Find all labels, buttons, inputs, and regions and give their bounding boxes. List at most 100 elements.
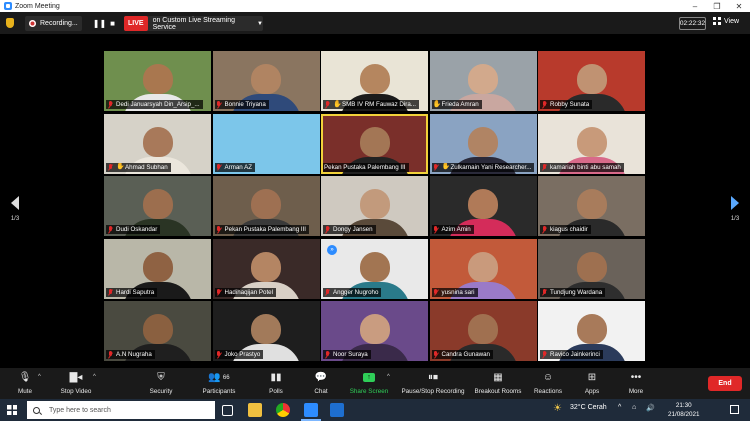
taskbar-search-box[interactable]: Type here to search [27, 401, 215, 419]
meeting-toolbar: 🎙 Mute ^ ▇◂ Stop Video ^ ⛨ Security 👥 66 … [0, 368, 750, 399]
share-screen-icon: ↑ [348, 371, 390, 384]
media-app-icon[interactable] [330, 403, 344, 417]
participant-tile[interactable]: kamariah binti abu samah [538, 113, 645, 174]
raised-hand-icon: ✋ [116, 163, 125, 170]
chevron-up-icon[interactable]: ^ [93, 374, 96, 380]
raised-hand-icon: ✋ [441, 163, 451, 170]
breakout-rooms-button[interactable]: ▦ Breakout Rooms [474, 371, 522, 395]
next-page-button[interactable]: 1/3 [728, 196, 742, 222]
participant-avatar [251, 314, 281, 345]
live-stream-indicator[interactable]: LIVE on Custom Live Streaming Service ▼ [124, 16, 263, 31]
participant-tile[interactable]: Robby Sunata [538, 51, 645, 111]
chat-label: Chat [314, 388, 328, 395]
polls-button[interactable]: ▮▮ Polls [265, 371, 287, 395]
participants-button[interactable]: 👥 66 Participants [198, 371, 240, 395]
polls-label: Polls [269, 388, 283, 395]
participant-tile[interactable]: Hardi Saputra [104, 238, 211, 299]
participant-name-tag: Robby Sunata [540, 100, 593, 109]
participant-tile[interactable]: Dongy Jansen [321, 176, 428, 236]
participant-tile[interactable]: Dedi Januarsyah Din_Arsip_... [104, 51, 211, 111]
participant-tile[interactable]: Bonnie Triyana [212, 51, 320, 111]
participant-name: Dongy Jansen [333, 226, 373, 233]
participant-name: Hadihaqijan Potel [224, 288, 274, 296]
chevron-up-icon[interactable]: ^ [387, 374, 390, 380]
minimize-button[interactable]: – [684, 2, 706, 11]
pause-recording-button[interactable]: ❚❚ [93, 16, 106, 31]
participant-name-tag: Azim Amin [431, 225, 474, 234]
chevron-up-icon[interactable]: ^ [618, 404, 621, 411]
share-screen-button[interactable]: ↑ Share Screen [348, 371, 390, 395]
windows-start-icon[interactable] [7, 405, 17, 415]
previous-page-button[interactable]: 1/3 [8, 196, 22, 222]
volume-icon[interactable]: 🔊 [646, 404, 655, 412]
participant-name: Joko Prastyo [224, 351, 261, 358]
participant-tile[interactable]: Hadihaqijan Potel [212, 238, 320, 299]
close-button[interactable]: ✕ [728, 2, 750, 11]
participant-tile[interactable]: Tundjung Wardana [538, 238, 645, 299]
participant-tile[interactable]: yusnina sari [429, 238, 537, 299]
forward-icon: » [327, 244, 337, 255]
arrow-right-icon [731, 196, 739, 210]
reactions-button[interactable]: ☺ Reactions [533, 371, 563, 395]
security-button[interactable]: ⛨ Security [146, 371, 176, 395]
participants-label: Participants [202, 388, 236, 395]
participant-name: Dudi Oskandar [116, 226, 158, 233]
participant-tile[interactable]: Noor Suraya [321, 301, 428, 361]
participant-avatar [359, 189, 390, 220]
chrome-icon[interactable] [276, 403, 290, 417]
participant-avatar [359, 251, 390, 282]
participant-tile[interactable]: Arman AZ [212, 113, 320, 174]
participant-name: Bonnie Triyana [224, 101, 266, 108]
participant-avatar [576, 314, 607, 345]
participant-name: Noor Suraya [333, 351, 368, 358]
muted-microphone-icon [324, 101, 330, 109]
participant-name-tag: ✋ Ahmad Subhan [106, 162, 171, 172]
participant-avatar [468, 314, 498, 345]
window-title: Zoom Meeting [15, 2, 60, 10]
participant-tile[interactable]: A.N Nugraha [104, 301, 211, 361]
participant-tile[interactable]: » Angger Nugroho [321, 238, 428, 299]
participant-tile[interactable]: Joko Prastyo [212, 301, 320, 361]
taskbar-clock[interactable]: 21:30 21/08/2021 [668, 401, 700, 419]
participant-name-tag: Dudi Oskandar [106, 225, 161, 234]
apps-button[interactable]: ⊞ Apps [583, 371, 601, 395]
chevron-down-icon: ▼ [257, 20, 263, 27]
apps-label: Apps [584, 388, 600, 395]
search-placeholder: Type here to search [49, 406, 111, 414]
weather-label[interactable]: 32°C Cerah [570, 404, 607, 411]
stop-video-button[interactable]: ▇◂ Stop Video [57, 371, 95, 395]
more-button[interactable]: ••• More [627, 371, 645, 395]
notifications-icon[interactable] [730, 405, 739, 414]
stop-video-label: Stop Video [60, 388, 92, 395]
end-meeting-button[interactable]: End [708, 376, 742, 391]
participant-tile[interactable]: ✋ Zulkarnain Yani Researcher... [429, 113, 537, 174]
participant-avatar [142, 126, 173, 157]
participant-tile[interactable]: Dudi Oskandar [104, 176, 211, 236]
participant-tile[interactable]: ✋ Ahmad Subhan [104, 113, 211, 174]
participant-tile[interactable]: ✋ SMB IV RM Fauwaz Dira... [321, 51, 428, 111]
maximize-button[interactable]: ❐ [706, 2, 728, 11]
network-icon[interactable]: ⌂ [632, 404, 636, 411]
chat-button[interactable]: 💬 Chat [310, 371, 332, 395]
muted-microphone-icon [216, 351, 222, 359]
file-explorer-icon[interactable] [248, 403, 262, 417]
microphone-icon: 🎙 [18, 372, 32, 383]
stop-recording-button[interactable]: ■ [106, 16, 119, 31]
participant-tile[interactable]: Ravico Jainkerinci [538, 301, 645, 361]
chevron-up-icon[interactable]: ^ [38, 374, 41, 380]
participant-tile[interactable]: Pekan Pustaka Palembang III [212, 176, 320, 236]
zoom-taskbar-icon[interactable] [301, 403, 321, 421]
pause-stop-recording-button[interactable]: ⏸⏹ Pause/Stop Recording [400, 371, 466, 395]
participant-tile[interactable]: kiagus chaidir [538, 176, 645, 236]
participant-name-tag: Hadihaqijan Potel [214, 287, 277, 297]
participant-tile[interactable]: Azim Amin [429, 176, 537, 236]
participant-tile[interactable]: Pekan Pustaka Palembang III [321, 113, 428, 174]
participant-tile[interactable]: Candra Gunawan [429, 301, 537, 361]
recording-dot-icon [29, 20, 36, 27]
task-view-icon[interactable] [222, 405, 233, 416]
participant-tile[interactable]: ✋ Frieda Amran [429, 51, 537, 111]
view-button[interactable]: View [713, 17, 739, 25]
mute-button[interactable]: 🎙 Mute [12, 371, 38, 395]
security-shield-icon[interactable] [6, 18, 14, 28]
participant-avatar [142, 189, 173, 220]
